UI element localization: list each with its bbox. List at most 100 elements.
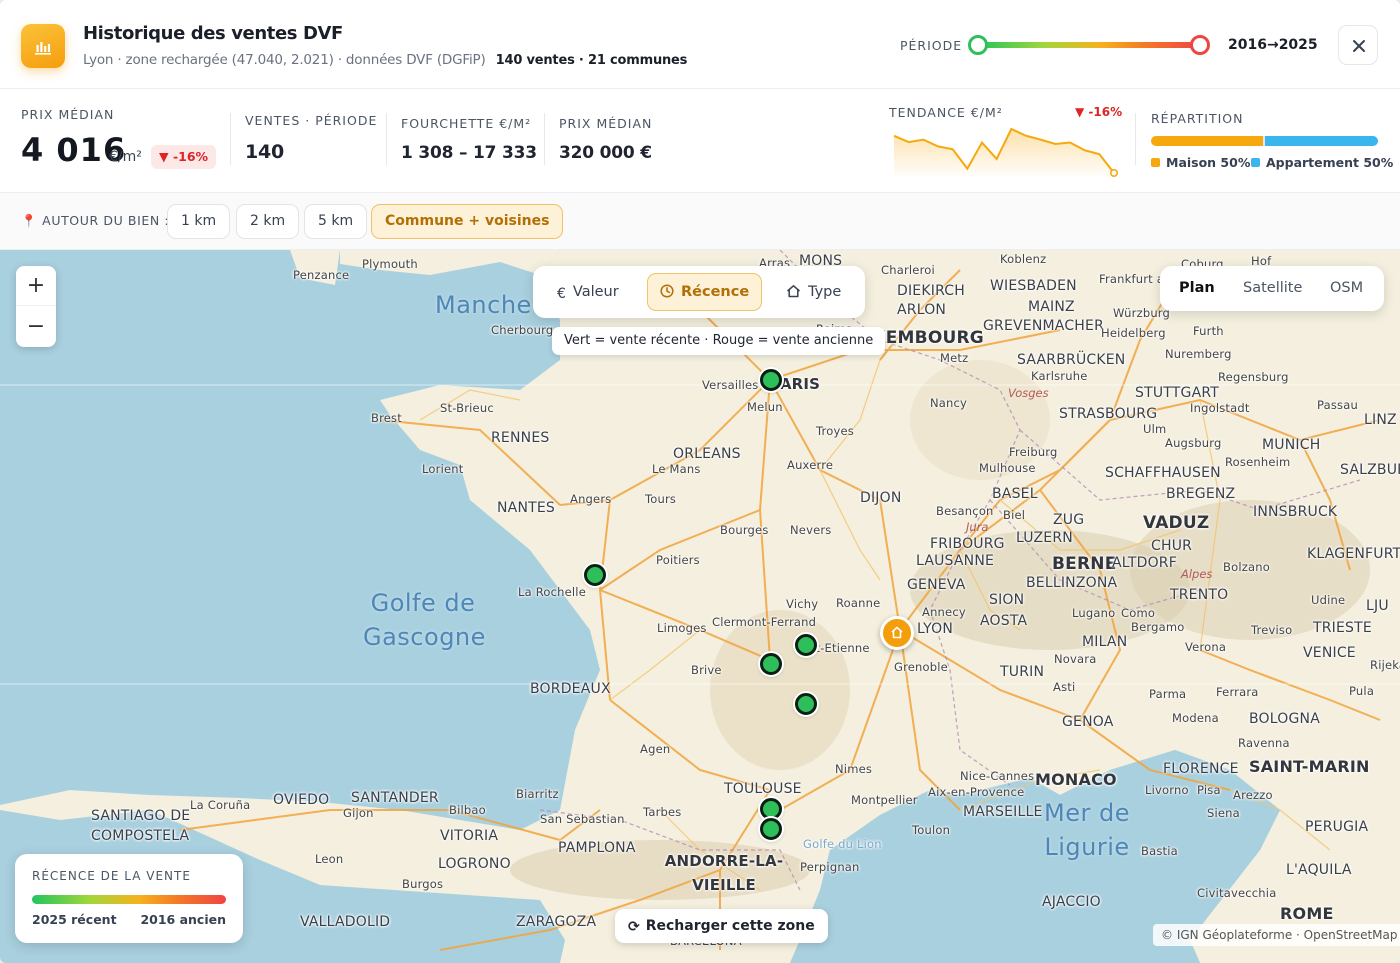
close-button[interactable]: [1338, 25, 1378, 65]
repartition-bar: [1151, 136, 1378, 146]
sale-marker[interactable]: [760, 818, 782, 840]
city-label: Versailles: [702, 378, 759, 392]
refresh-icon: ⟳: [628, 919, 640, 935]
sale-marker[interactable]: [760, 798, 782, 820]
radius-filter-bar: 📍 AUTOUR DU BIEN : 1 km 2 km 5 km Commune…: [0, 193, 1400, 250]
city-label: Perpignan: [800, 860, 860, 874]
legend-maison: Maison 50%: [1151, 155, 1250, 170]
city-label: BASEL: [992, 486, 1038, 502]
divider: [1135, 113, 1136, 165]
period-slider-track[interactable]: [978, 42, 1200, 48]
city-label: TRIESTE: [1313, 620, 1372, 636]
sales-summary: 140 ventes · 21 communes: [495, 53, 688, 68]
city-label: MARSEILLE: [963, 804, 1043, 820]
city-label: BORDEAUX: [530, 681, 611, 697]
header: Historique des ventes DVF Lyon · zone re…: [0, 0, 1400, 89]
city-label: WIESBADEN: [990, 278, 1077, 294]
radius-chip-5km[interactable]: 5 km: [304, 204, 368, 239]
city-label: Augsburg: [1165, 436, 1222, 450]
city-label: Annecy: [922, 605, 966, 619]
city-label: Melun: [747, 400, 783, 414]
city-label: Mulhouse: [979, 461, 1036, 475]
city-label: DIJON: [860, 490, 902, 506]
city-label: Plymouth: [362, 257, 418, 271]
city-label: FRIBOURG: [930, 536, 1005, 552]
city-label: Parma: [1149, 687, 1187, 701]
layer-plan-button[interactable]: Plan: [1179, 266, 1215, 311]
sea-label-mer-ligurie: Mer de Ligurie: [1044, 799, 1130, 861]
city-label: Rosenheim: [1225, 455, 1291, 469]
city-label: Limoges: [657, 621, 707, 635]
zoom-control: + −: [16, 266, 56, 347]
mode-type-label: Type: [808, 284, 842, 300]
region-label: Jura: [966, 520, 989, 534]
city-label: RENNES: [491, 430, 550, 446]
legend-swatch: [1151, 158, 1160, 167]
city-label: Koblenz: [1000, 252, 1047, 266]
zoom-out-button[interactable]: −: [16, 307, 56, 347]
city-label: STRASBOURG: [1059, 406, 1158, 422]
city-label: Lorient: [422, 462, 464, 476]
layer-satellite-button[interactable]: Satellite: [1243, 266, 1302, 311]
city-label: INNSBRUCK: [1253, 504, 1338, 520]
city-label: Golfe du Lion: [803, 837, 882, 851]
sale-marker[interactable]: [760, 653, 782, 675]
city-label: GENEVA: [907, 577, 966, 593]
city-label: PAMPLONA: [558, 840, 636, 856]
city-label: BOLOGNA: [1249, 711, 1320, 727]
city-label: Vichy: [786, 597, 819, 611]
legend-appartement-label: Appartement 50%: [1266, 155, 1394, 170]
sale-marker[interactable]: [760, 369, 782, 391]
city-label: PERUGIA: [1305, 819, 1369, 835]
city-label: SAARBRÜCKEN: [1017, 352, 1126, 368]
radius-chip-commune-voisines[interactable]: Commune + voisines: [371, 204, 564, 239]
city-label: VITORIA: [440, 828, 499, 844]
city-label: Montpellier: [851, 793, 918, 807]
mode-valeur-button[interactable]: € Valeur: [545, 273, 631, 311]
city-label: KLAGENFURT: [1307, 546, 1400, 562]
city-label: OVIEDO: [273, 792, 330, 808]
city-label: AJACCIO: [1042, 894, 1101, 910]
period-end-handle[interactable]: [1190, 35, 1210, 55]
city-label: BERNE: [1052, 554, 1117, 574]
trend-label: TENDANCE €/M²: [889, 105, 1003, 120]
reload-zone-button[interactable]: ⟳ Recharger cette zone: [615, 909, 828, 943]
median-total-label: PRIX MÉDIAN: [559, 116, 653, 131]
city-label: Roanne: [836, 596, 881, 610]
radius-chip-2km[interactable]: 2 km: [236, 204, 300, 239]
city-label: GENOA: [1062, 714, 1114, 730]
legend-maison-label: Maison 50%: [1166, 155, 1251, 170]
city-label: VENICE: [1303, 645, 1356, 661]
city-label: Pisa: [1197, 783, 1221, 797]
bar-chart-icon: [35, 42, 51, 55]
sale-marker[interactable]: [584, 564, 606, 586]
city-label: Nimes: [835, 762, 873, 776]
divider: [544, 113, 545, 165]
city-label: VADUZ: [1143, 513, 1210, 533]
city-label: LAUSANNE: [916, 553, 995, 569]
sale-marker[interactable]: [795, 634, 817, 656]
map-view[interactable]: Manche Golfe de Gascogne Mer de Ligurie …: [0, 250, 1400, 963]
map-attribution: © IGN Géoplateforme · OpenStreetMap: [1153, 924, 1400, 946]
city-label: Ulm: [1143, 422, 1167, 436]
sale-marker[interactable]: [795, 693, 817, 715]
city-label: Tours: [645, 492, 677, 506]
mode-type-button[interactable]: Type: [774, 273, 853, 311]
city-label: St-Brieuc: [440, 401, 494, 415]
city-label: Bourges: [720, 523, 769, 537]
city-label: Arezzo: [1233, 788, 1273, 802]
property-home-marker[interactable]: [880, 616, 914, 650]
reload-zone-label: Recharger cette zone: [645, 918, 815, 934]
mode-recence-button[interactable]: Récence: [647, 273, 763, 311]
city-label: Pula: [1349, 684, 1375, 698]
period-start-handle[interactable]: [968, 35, 988, 55]
zoom-in-button[interactable]: +: [16, 266, 56, 306]
city-label: LINZ: [1364, 412, 1397, 428]
house-icon: [787, 285, 800, 298]
city-label: Bergamo: [1131, 620, 1185, 634]
radius-chip-1km[interactable]: 1 km: [167, 204, 231, 239]
sea-label-golfe-gascogne: Golfe de Gascogne: [363, 589, 486, 651]
city-label: SCHAFFHAUSEN: [1105, 465, 1221, 481]
city-label: ARLON: [897, 302, 947, 318]
layer-osm-button[interactable]: OSM: [1330, 266, 1363, 311]
